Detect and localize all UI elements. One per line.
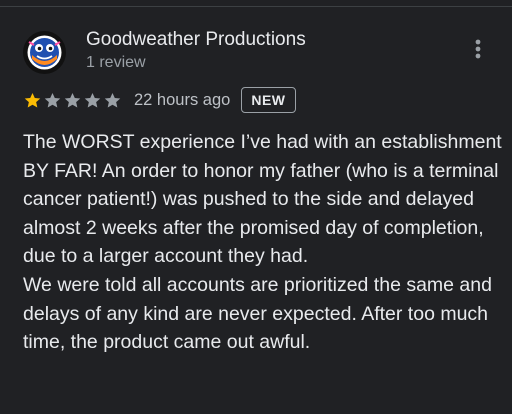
star-empty-icon xyxy=(64,92,81,108)
review-time: 22 hours ago xyxy=(134,90,231,109)
star-empty-icon xyxy=(84,92,101,108)
reviewer-avatar[interactable] xyxy=(23,31,66,74)
more-vert-icon xyxy=(475,39,481,59)
star-empty-icon xyxy=(44,92,61,108)
goodweather-logo-icon xyxy=(27,35,62,70)
new-badge: NEW xyxy=(241,87,296,113)
star-empty-icon xyxy=(104,92,121,108)
star-filled-icon xyxy=(24,92,41,108)
star-rating xyxy=(23,91,122,110)
reviewer-review-count: 1 review xyxy=(86,54,146,71)
top-divider xyxy=(0,6,512,7)
review-text: The WORST experience I’ve had with an es… xyxy=(23,131,502,354)
rating-row: 22 hours ago NEW xyxy=(23,86,296,114)
more-options-button[interactable] xyxy=(464,32,492,66)
reviewer-name[interactable]: Goodweather Productions xyxy=(86,28,306,52)
